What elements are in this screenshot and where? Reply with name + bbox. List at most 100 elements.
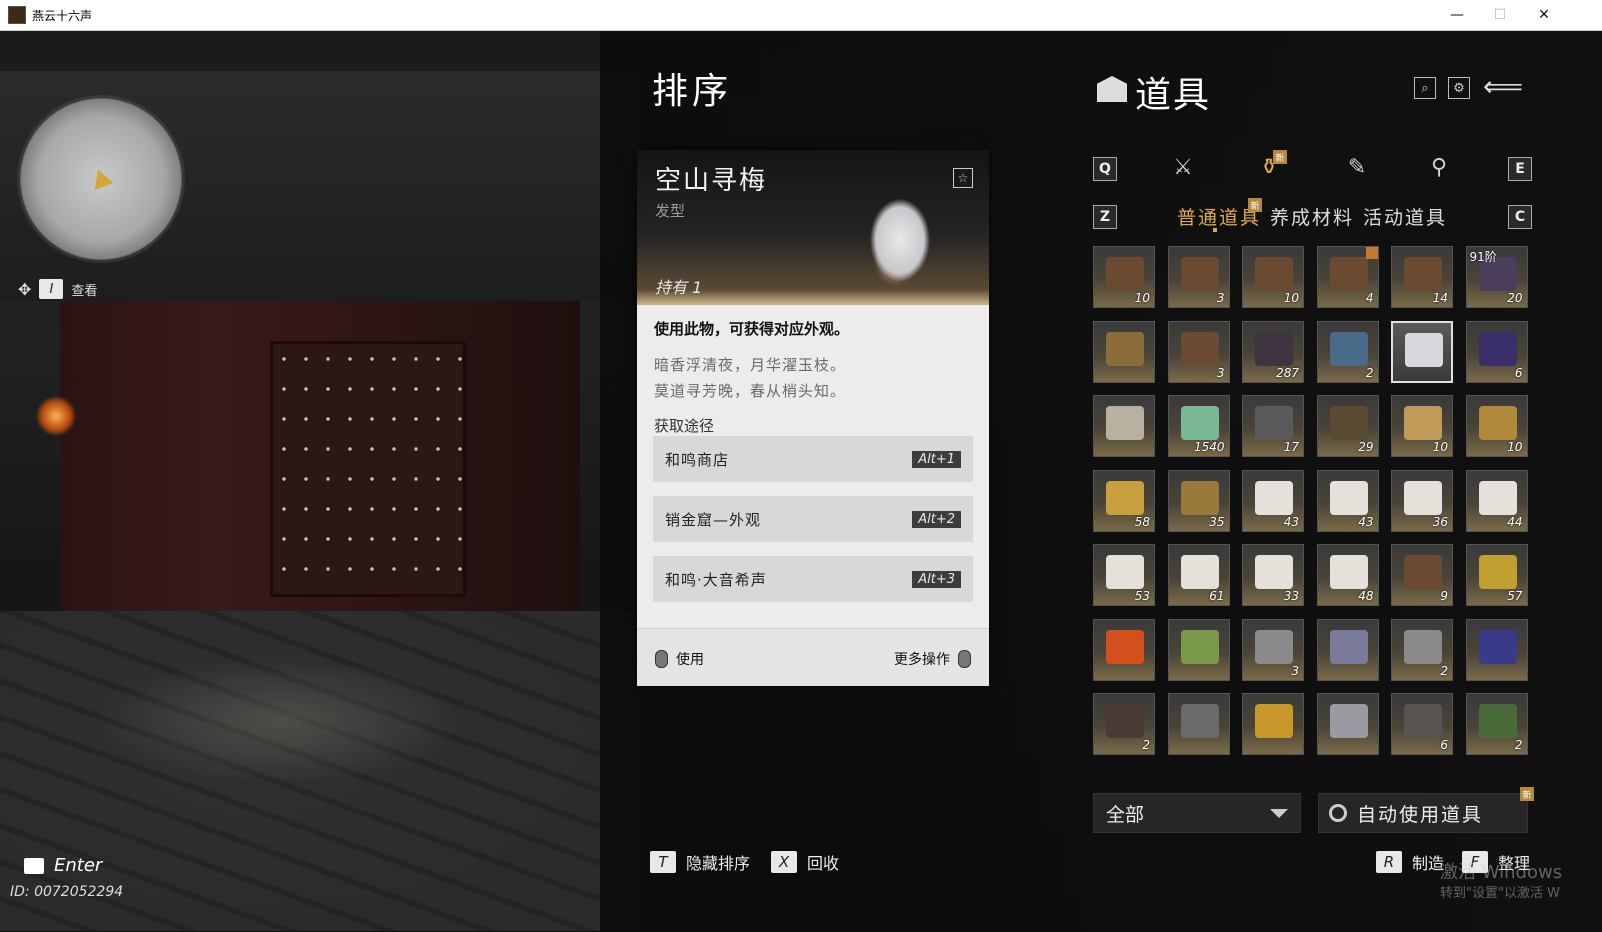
item-icon (1106, 480, 1144, 515)
chat-hint[interactable]: Enter (24, 855, 102, 876)
map-pin-category-icon[interactable]: ⚲ (1424, 152, 1454, 182)
inventory-item-slot[interactable]: 48 (1316, 544, 1379, 606)
item-portrait (835, 180, 965, 305)
favorite-star-icon[interactable]: ☆ (953, 168, 973, 188)
inventory-item-slot[interactable]: 91阶 20 (1465, 246, 1528, 308)
inventory-item-slot[interactable]: 17 (1242, 395, 1304, 457)
inventory-item-slot[interactable]: 36 (1391, 469, 1453, 532)
item-icon (1255, 480, 1293, 515)
use-button[interactable]: 使用 (655, 649, 704, 669)
inventory-item-slot[interactable] (1167, 618, 1230, 681)
inventory-item-slot[interactable]: 58 (1093, 469, 1155, 532)
inventory-item-slot[interactable]: 287 (1242, 320, 1304, 383)
minimap[interactable] (20, 98, 182, 260)
inventory-item-slot[interactable]: 57 (1465, 544, 1528, 606)
inventory-item-slot[interactable]: 2 (1316, 320, 1379, 383)
inventory-item-slot[interactable]: 14 (1391, 246, 1453, 308)
inventory-item-slot[interactable]: 10 (1465, 395, 1528, 457)
inventory-item-slot[interactable]: 2 (1465, 693, 1528, 755)
item-grid: 10 3 10 4 14 91阶 20 3 287 2 6 1540 17 29 10 10 58 35 43 43 3… (1093, 246, 1529, 774)
prev-tab-key[interactable]: Q (1093, 157, 1117, 181)
next-subtab-key[interactable]: C (1508, 205, 1532, 229)
item-icon (1329, 629, 1368, 664)
inventory-item-slot[interactable] (1093, 320, 1155, 383)
inventory-item-slot[interactable] (1465, 618, 1528, 681)
inventory-item-slot[interactable]: 10 (1391, 395, 1453, 457)
inventory-item-slot[interactable] (1093, 395, 1155, 457)
inventory-item-slot[interactable] (1316, 693, 1379, 755)
poem-line-1: 暗香浮清夜，月华濯玉枝。 (654, 356, 847, 374)
prev-subtab-key[interactable]: Z (1093, 205, 1117, 229)
inventory-item-slot[interactable]: 44 (1465, 469, 1528, 532)
scroll-category-icon[interactable]: ✎ (1342, 152, 1372, 182)
item-icon (1106, 704, 1144, 738)
settings-icon[interactable]: ⚙ (1448, 77, 1470, 99)
inventory-item-slot[interactable]: 61 (1167, 544, 1230, 606)
item-icon (1180, 257, 1219, 291)
activation-watermark: 激活 Windows (1440, 862, 1563, 883)
inventory-item-slot[interactable] (1316, 618, 1379, 681)
item-count: 10 (1507, 440, 1523, 454)
more-actions-button[interactable]: 更多操作 (894, 649, 971, 669)
item-icon (1106, 406, 1144, 440)
item-icon (1404, 555, 1442, 589)
inventory-item-slot[interactable]: 43 (1242, 469, 1304, 532)
subtab-event[interactable]: 活动道具 (1363, 203, 1447, 230)
item-icon (1255, 331, 1293, 366)
inventory-item-slot[interactable]: 35 (1167, 469, 1230, 532)
inventory-item-slot[interactable]: 9 (1391, 544, 1453, 606)
inventory-item-slot[interactable]: 1540 (1167, 395, 1230, 457)
item-count: 61 (1209, 589, 1225, 603)
inventory-item-slot[interactable]: 3 (1167, 246, 1230, 308)
recycle-button[interactable]: X 回收 (771, 850, 839, 874)
inventory-item-slot[interactable]: 53 (1093, 544, 1155, 606)
subtab-materials[interactable]: 养成材料 (1270, 203, 1354, 230)
item-count: 57 (1507, 589, 1523, 603)
item-icon (1329, 257, 1368, 291)
search-icon[interactable]: ⌕ (1414, 77, 1436, 99)
maximize-button[interactable]: ☐ (1478, 0, 1522, 30)
inventory-item-slot[interactable]: 10 (1242, 246, 1304, 308)
inventory-item-slot[interactable]: 4 (1316, 246, 1379, 308)
source-button-shop[interactable]: 和鸣商店 Alt+1 (653, 436, 973, 482)
inventory-item-slot[interactable]: 29 (1316, 395, 1379, 457)
inventory-item-slot[interactable]: 10 (1093, 246, 1155, 308)
item-count: 44 (1507, 514, 1523, 529)
close-button[interactable]: ✕ (1522, 0, 1566, 30)
filter-dropdown[interactable]: 全部 (1093, 793, 1301, 833)
next-tab-key[interactable]: E (1508, 157, 1532, 181)
inventory-item-slot[interactable]: 3 (1242, 618, 1304, 681)
inventory-item-slot[interactable]: 2 (1093, 693, 1155, 755)
item-count: 10 (1134, 291, 1150, 305)
poem-line-2: 莫道寻芳晚，春从梢头知。 (654, 382, 847, 400)
auto-use-button[interactable]: 自动使用道具 (1318, 793, 1528, 833)
item-count: 3 (1216, 365, 1225, 380)
weapon-category-icon[interactable]: ⚔ (1168, 152, 1198, 182)
source-button-appearance[interactable]: 销金窟—外观 Alt+2 (653, 496, 973, 542)
item-icon (1329, 331, 1368, 366)
source-button-event[interactable]: 和鸣·大音希声 Alt+3 (653, 556, 973, 602)
inventory-item-slot[interactable] (1391, 320, 1453, 383)
left-mouse-icon (655, 650, 668, 668)
item-icon (1478, 629, 1517, 664)
inventory-item-slot[interactable] (1242, 693, 1304, 755)
item-count: 43 (1358, 514, 1374, 529)
inventory-item-slot[interactable]: 2 (1391, 618, 1453, 681)
chat-key: Enter (54, 855, 103, 876)
inventory-item-slot[interactable]: 6 (1391, 693, 1453, 755)
item-count: 2 (1440, 663, 1448, 678)
item-icon (1106, 257, 1144, 291)
inventory-item-slot[interactable]: 43 (1316, 469, 1379, 532)
minimize-button[interactable]: — (1435, 0, 1479, 30)
hide-sort-button[interactable]: T 隐藏排序 (650, 850, 750, 874)
inventory-item-slot[interactable] (1167, 693, 1230, 755)
item-description: 使用此物，可获得对应外观。 (654, 320, 850, 338)
inventory-item-slot[interactable]: 33 (1242, 544, 1304, 606)
inventory-item-slot[interactable]: 3 (1167, 320, 1230, 383)
inventory-item-slot[interactable] (1093, 618, 1155, 681)
craft-button[interactable]: R 制造 (1376, 850, 1444, 874)
inventory-item-slot[interactable]: 6 (1465, 320, 1528, 383)
recycle-key: X (771, 851, 797, 873)
item-count: 20 (1507, 291, 1523, 305)
back-arrow-icon[interactable]: ⟸ (1483, 70, 1523, 103)
